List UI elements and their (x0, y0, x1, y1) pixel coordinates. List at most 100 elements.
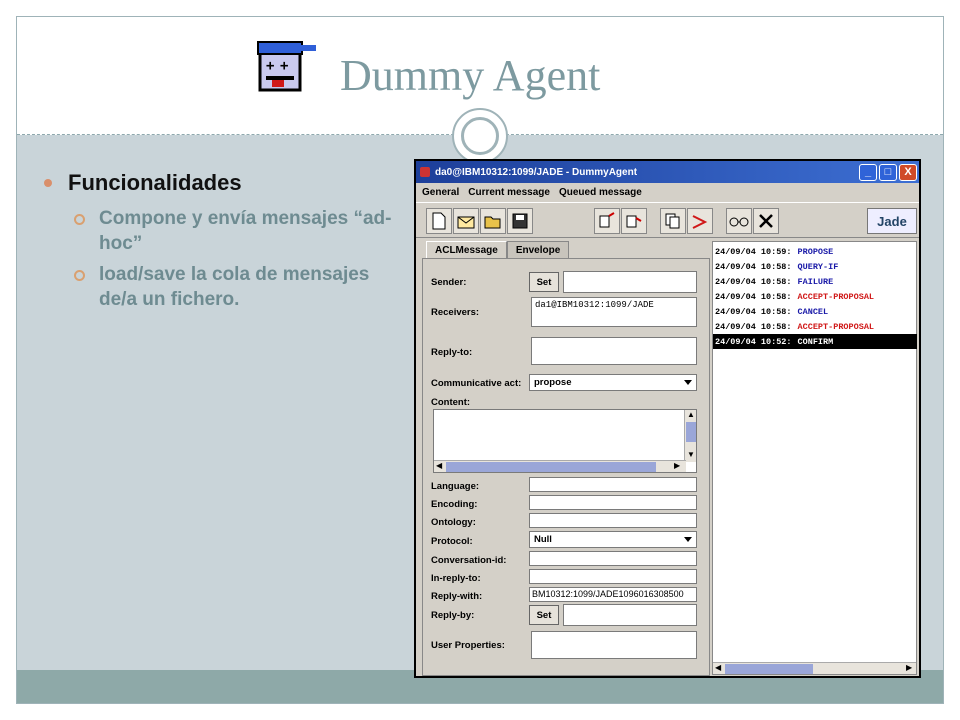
protocol-value: Null (534, 534, 552, 545)
queue-set-icon[interactable] (594, 208, 620, 234)
queue-row-selected[interactable]: 24/09/04 10:52: CONFIRM (713, 334, 917, 349)
reply-with-label: Reply-with: (431, 591, 483, 602)
language-field[interactable] (529, 477, 697, 492)
queue-row-time: 24/09/04 10:58: (715, 306, 792, 317)
receivers-field[interactable]: da1@IBM10312:1099/JADE (531, 297, 697, 327)
reply-to-field[interactable] (531, 337, 697, 365)
reply-with-field[interactable]: BM10312:1099/JADE1096016308500 (529, 587, 697, 602)
user-properties-label: User Properties: (431, 640, 505, 651)
editor-tabs: ACLMessage Envelope (426, 241, 570, 259)
encoding-label: Encoding: (431, 499, 478, 510)
menu-queued-message[interactable]: Queued message (559, 187, 642, 198)
maximize-button[interactable]: □ (879, 163, 897, 181)
content-horizontal-scrollbar[interactable]: ◀ ▶ (434, 460, 686, 472)
conversation-id-field[interactable] (529, 551, 697, 566)
conversation-id-label: Conversation-id: (431, 555, 507, 566)
ornament-inner-ring (461, 117, 499, 155)
queue-row-time: 24/09/04 10:59: (715, 246, 792, 257)
queue-horizontal-scrollbar[interactable]: ◀ ▶ (713, 662, 916, 674)
queue-reply-icon[interactable] (621, 208, 647, 234)
queue-row-performative: ACCEPT-PROPOSAL (797, 291, 875, 302)
communicative-act-select[interactable]: propose (529, 374, 697, 391)
window-title: da0@IBM10312:1099/JADE - DummyAgent (435, 166, 638, 178)
chevron-down-icon (684, 537, 692, 542)
bullet-item: Funcionalidades (44, 170, 404, 196)
send-message-icon[interactable] (453, 208, 479, 234)
sender-field[interactable] (563, 271, 697, 293)
in-reply-to-field[interactable] (529, 569, 697, 584)
communicative-act-value: propose (534, 377, 572, 388)
queue-row[interactable]: 24/09/04 10:58: ACCEPT-PROPOSAL (713, 289, 917, 304)
queue-row-time: 24/09/04 10:58: (715, 261, 792, 272)
delete-message-icon[interactable] (753, 208, 779, 234)
subbullet-item: Compone y envía mensajes “ad-hoc” (74, 206, 404, 256)
reply-by-field[interactable] (563, 604, 697, 626)
queue-row[interactable]: 24/09/04 10:59: PROPOSE (713, 244, 917, 259)
dummy-agent-logo-icon: + + (257, 41, 316, 92)
queue-row[interactable]: 24/09/04 10:58: QUERY-IF (713, 259, 917, 274)
subbullet-text: Compone y envía mensajes “ad-hoc” (99, 208, 392, 254)
window-body: da0@IBM10312:1099/JADE - DummyAgent _ □ … (416, 161, 919, 676)
chevron-down-icon (684, 380, 692, 385)
minimize-button[interactable]: _ (859, 163, 877, 181)
bullet-text: Funcionalidades (68, 170, 242, 195)
queue-row[interactable]: 24/09/04 10:58: FAILURE (713, 274, 917, 289)
content-textarea[interactable]: ▲ ▼ ◀ ▶ (433, 409, 697, 473)
protocol-select[interactable]: Null (529, 531, 697, 548)
subbullet-text: load/save la cola de mensajes de/a un fi… (99, 264, 370, 310)
receivers-label: Receivers: (431, 307, 480, 318)
queue-row-performative: CONFIRM (797, 336, 834, 347)
tab-aclmessage[interactable]: ACLMessage (426, 241, 507, 259)
bullet-list: Funcionalidades Compone y envía mensajes… (44, 170, 404, 318)
protocol-label: Protocol: (431, 536, 473, 547)
queue-row-time: 24/09/04 10:58: (715, 321, 792, 332)
dummy-agent-window: da0@IBM10312:1099/JADE - DummyAgent _ □ … (414, 159, 921, 678)
menu-bar: General Current message Queued message (416, 183, 919, 201)
scroll-thumb[interactable] (446, 462, 656, 472)
tab-envelope[interactable]: Envelope (506, 241, 570, 259)
menu-current-message[interactable]: Current message (468, 187, 550, 198)
reply-arrow-icon[interactable] (687, 208, 713, 234)
window-titlebar[interactable]: da0@IBM10312:1099/JADE - DummyAgent _ □ … (416, 161, 919, 183)
user-properties-field[interactable] (531, 631, 697, 659)
reply-by-set-button[interactable]: Set (529, 605, 559, 625)
copy-message-icon[interactable] (660, 208, 686, 234)
sender-label: Sender: (431, 277, 467, 288)
scroll-left-icon[interactable]: ◀ (715, 663, 721, 672)
queue-row-performative: CANCEL (797, 306, 829, 317)
queue-row-time: 24/09/04 10:58: (715, 276, 792, 287)
scroll-thumb[interactable] (725, 664, 813, 674)
subbullet-ring-icon (74, 214, 85, 225)
close-button[interactable]: X (899, 163, 917, 181)
sender-set-button[interactable]: Set (529, 272, 559, 292)
scroll-left-icon[interactable]: ◀ (436, 461, 442, 470)
view-message-icon[interactable] (726, 208, 752, 234)
ontology-field[interactable] (529, 513, 697, 528)
acl-form: Sender: Set Receivers: da1@IBM10312:1099… (422, 258, 710, 676)
content-vertical-scrollbar[interactable]: ▲ ▼ (684, 410, 696, 462)
scroll-right-icon[interactable]: ▶ (906, 663, 912, 672)
scroll-thumb[interactable] (686, 422, 696, 442)
encoding-field[interactable] (529, 495, 697, 510)
reply-by-label: Reply-by: (431, 610, 475, 621)
queue-row[interactable]: 24/09/04 10:58: CANCEL (713, 304, 917, 319)
queue-row[interactable]: 24/09/04 10:58: ACCEPT-PROPOSAL (713, 319, 917, 334)
menu-general[interactable]: General (422, 187, 459, 198)
in-reply-to-label: In-reply-to: (431, 573, 481, 584)
scroll-right-icon[interactable]: ▶ (674, 461, 680, 470)
communicative-act-label: Communicative act: (431, 378, 522, 389)
queue-row-performative: ACCEPT-PROPOSAL (797, 321, 875, 332)
subbullet-ring-icon (74, 270, 85, 281)
jade-logo-button[interactable]: Jade (867, 208, 917, 234)
message-editor-panel: ACLMessage Envelope Sender: Set Receiver… (422, 241, 710, 676)
queue-row-time: 24/09/04 10:58: (715, 291, 792, 302)
new-message-icon[interactable] (426, 208, 452, 234)
java-cup-icon (420, 167, 430, 177)
reply-to-label: Reply-to: (431, 347, 473, 358)
queue-row-performative: QUERY-IF (797, 261, 839, 272)
scroll-up-icon[interactable]: ▲ (687, 410, 695, 419)
svg-text:+: + (280, 58, 288, 74)
open-file-icon[interactable] (480, 208, 506, 234)
scroll-down-icon[interactable]: ▼ (687, 450, 695, 459)
save-file-icon[interactable] (507, 208, 533, 234)
